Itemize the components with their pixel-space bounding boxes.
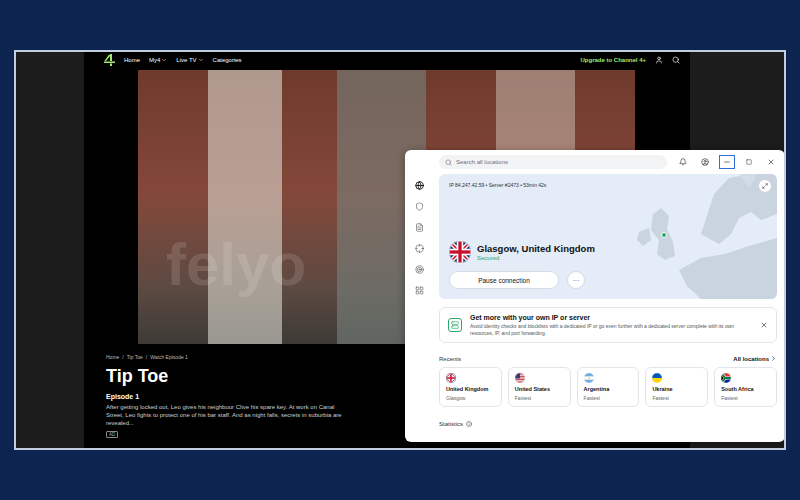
connection-status: Secured xyxy=(477,255,595,261)
current-location: Glasgow, United KingdomSecured xyxy=(449,241,767,263)
rail-button[interactable] xyxy=(412,283,426,297)
nav-link[interactable]: Live TV xyxy=(176,57,203,63)
ua-flag-icon xyxy=(652,373,662,383)
card-detail: Fastest xyxy=(652,395,701,401)
rail-button[interactable] xyxy=(412,199,426,213)
promo-title: Get more with your own IP or server xyxy=(470,314,752,321)
vpn-window: Search all locations IP 84.247.42.59 • Se… xyxy=(405,150,785,442)
card-detail: Fastest xyxy=(721,395,770,401)
location-name: Glasgow, United Kingdom xyxy=(477,243,595,254)
location-text: Glasgow, United KingdomSecured xyxy=(477,243,595,261)
location-card[interactable]: South Africa Fastest xyxy=(714,367,777,407)
rail-button[interactable] xyxy=(412,241,426,255)
pause-button[interactable]: Pause connection xyxy=(449,271,559,289)
upgrade-link[interactable]: Upgrade to Channel 4+ xyxy=(580,57,646,63)
watermark: felyo xyxy=(166,230,306,299)
card-country: United States xyxy=(515,386,564,392)
uk-flag-icon xyxy=(449,241,471,263)
maximize-button[interactable] xyxy=(741,155,757,169)
card-detail: Fastest xyxy=(515,395,564,401)
grid-icon xyxy=(415,286,424,295)
breadcrumb-separator: / xyxy=(146,354,147,360)
channel4-logo-icon[interactable] xyxy=(104,54,115,66)
user-icon[interactable] xyxy=(655,56,663,64)
recents-header: Recents All locations xyxy=(439,355,777,362)
location-pin xyxy=(661,232,667,238)
recent-locations: United Kingdom Glasgow United States Fastes… xyxy=(439,367,777,407)
close-button[interactable] xyxy=(763,155,779,169)
side-rail xyxy=(405,174,433,442)
rail-button[interactable] xyxy=(412,220,426,234)
search-icon[interactable] xyxy=(672,56,680,64)
card-country: Ukraine xyxy=(652,386,701,392)
search-field[interactable]: Search all locations xyxy=(439,155,667,169)
close-icon[interactable] xyxy=(760,321,768,329)
card-country: South Africa xyxy=(721,386,770,392)
audio-description-badge: AD xyxy=(106,431,118,438)
minimize-button[interactable] xyxy=(719,155,735,169)
screenshot-frame: Home My4 Live TV Categories Upgrade to Chann… xyxy=(14,50,786,450)
rail-button[interactable] xyxy=(412,178,426,192)
promo-icon-box xyxy=(448,318,462,332)
card-detail: Glasgow xyxy=(446,395,495,401)
more-button[interactable]: ··· xyxy=(567,271,585,289)
all-locations-link[interactable]: All locations xyxy=(733,355,777,362)
card-country: United Kingdom xyxy=(446,386,495,392)
expand-map-button[interactable] xyxy=(759,180,771,192)
bell-icon xyxy=(679,158,687,166)
globe-icon xyxy=(415,181,424,190)
account-button[interactable] xyxy=(697,155,713,169)
vpn-body: IP 84.247.42.59 • Server #2473 • 53min 4… xyxy=(405,174,785,442)
statistics-header: Statistics xyxy=(439,421,777,427)
nav-link[interactable]: Categories xyxy=(213,57,242,63)
page: Home My4 Live TV Categories Upgrade to Chann… xyxy=(0,0,800,500)
title-bar: Search all locations xyxy=(405,150,785,174)
card-detail: Fastest xyxy=(584,395,633,401)
search-icon xyxy=(445,159,452,166)
breadcrumb-separator: / xyxy=(122,354,123,360)
breadcrumb-item[interactable]: Watch Episode 1 xyxy=(150,354,188,360)
file-icon xyxy=(415,223,424,232)
connection-buttons: Pause connection ··· xyxy=(449,271,767,289)
promo-text: Get more with your own IP or server Avoid… xyxy=(470,314,752,336)
title-icons xyxy=(675,155,779,169)
maximize-icon xyxy=(746,159,752,165)
account-icon xyxy=(701,158,709,166)
chevron-down-icon xyxy=(161,57,167,63)
rail-button[interactable] xyxy=(412,262,426,276)
location-card[interactable]: Argentina Fastest xyxy=(577,367,640,407)
promo-description: Avoid identity checks and blocklists wit… xyxy=(470,323,752,336)
vpn-main: IP 84.247.42.59 • Server #2473 • 53min 4… xyxy=(433,174,785,442)
shield-icon xyxy=(415,202,424,211)
nav-link[interactable]: My4 xyxy=(149,57,167,63)
us-flag-icon xyxy=(515,373,525,383)
map-panel[interactable]: IP 84.247.42.59 • Server #2473 • 53min 4… xyxy=(439,174,777,299)
top-nav: Home My4 Live TV Categories Upgrade to Chann… xyxy=(84,52,690,68)
recents-title: Recents xyxy=(439,356,461,362)
location-card[interactable]: United States Fastest xyxy=(508,367,571,407)
za-flag-icon xyxy=(721,373,731,383)
card-country: Argentina xyxy=(584,386,633,392)
episode-description: After getting locked out, Leo gives his … xyxy=(106,403,346,427)
info-icon[interactable] xyxy=(466,421,472,427)
chevron-down-icon xyxy=(198,57,204,63)
location-card[interactable]: United Kingdom Glasgow xyxy=(439,367,502,407)
breadcrumb-item[interactable]: Tip Toe xyxy=(127,354,143,360)
notifications-button[interactable] xyxy=(675,155,691,169)
server-icon xyxy=(451,321,459,329)
promo-banner: Get more with your own IP or server Avoid… xyxy=(439,307,777,343)
close-icon xyxy=(767,158,775,166)
chevron-right-icon xyxy=(770,355,777,362)
crosshair-icon xyxy=(415,244,424,253)
breadcrumb-item[interactable]: Home xyxy=(106,354,119,360)
uk-flag-icon xyxy=(446,373,456,383)
ar-flag-icon xyxy=(584,373,594,383)
nav-link[interactable]: Home xyxy=(124,57,140,63)
connection-status-line: IP 84.247.42.59 • Server #2473 • 53min 4… xyxy=(449,182,767,188)
target-icon xyxy=(415,265,424,274)
expand-icon xyxy=(762,183,768,189)
location-card[interactable]: Ukraine Fastest xyxy=(645,367,708,407)
minimize-icon xyxy=(723,158,731,166)
